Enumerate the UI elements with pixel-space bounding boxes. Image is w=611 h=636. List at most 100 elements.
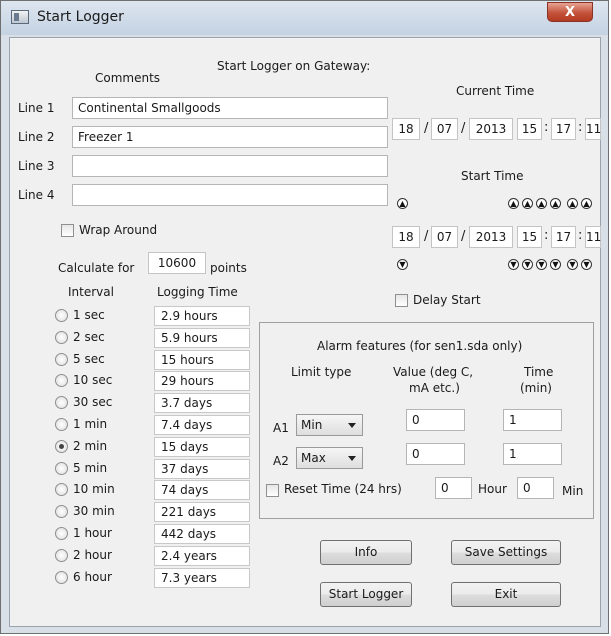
hour-down-arrow-icon[interactable]: ▼: [536, 259, 547, 270]
minute-down-arrow-icon[interactable]: ▼: [550, 259, 561, 270]
reset-hour-input[interactable]: 0: [435, 477, 472, 499]
alarm-a1-label: A1: [273, 421, 289, 435]
second-up-arrow-icon[interactable]: ▲: [567, 198, 578, 209]
save-settings-button[interactable]: Save Settings: [451, 540, 561, 565]
alarm-a1-value-input[interactable]: 0: [406, 409, 465, 431]
hour-up-arrow-icon[interactable]: ▲: [522, 198, 533, 209]
day-up-arrow-icon[interactable]: ▲: [397, 198, 408, 209]
date-separator: /: [461, 121, 466, 136]
gateway-label: Start Logger on Gateway:: [217, 59, 371, 73]
reset-hour-label: Hour: [478, 482, 507, 496]
current-year-field[interactable]: 2013: [469, 118, 513, 140]
interval-radio[interactable]: [55, 571, 68, 584]
interval-radio[interactable]: [55, 396, 68, 409]
alarm-a2-value-input[interactable]: 0: [406, 443, 465, 465]
current-time-label: Current Time: [456, 84, 535, 98]
second-down-arrow-icon[interactable]: ▼: [581, 259, 592, 270]
start-minute-field[interactable]: 17: [551, 226, 576, 248]
interval-label: 10 min: [73, 482, 115, 496]
delay-start-checkbox[interactable]: [395, 294, 408, 307]
interval-radio[interactable]: [55, 418, 68, 431]
comments-label: Comments: [95, 71, 161, 85]
interval-radio[interactable]: [55, 505, 68, 518]
logging-time-value: 7.4 days: [154, 415, 250, 435]
reset-time-checkbox[interactable]: [266, 484, 279, 497]
chevron-down-icon: [348, 456, 356, 461]
time-separator: :: [544, 228, 549, 243]
info-button[interactable]: Info: [320, 540, 412, 565]
minute-up-arrow-icon[interactable]: ▲: [550, 198, 561, 209]
current-day-field[interactable]: 18: [392, 118, 420, 140]
exit-button[interactable]: Exit: [451, 582, 561, 607]
interval-header: Interval: [68, 285, 114, 299]
interval-radio[interactable]: [55, 483, 68, 496]
start-hour-field[interactable]: 15: [517, 226, 542, 248]
start-logger-window: Start Logger X Start Logger on Gateway: …: [0, 0, 609, 634]
interval-label: 1 sec: [73, 308, 105, 322]
comment-line-2-input[interactable]: Freezer 1: [72, 126, 388, 148]
year-down-arrow-icon[interactable]: ▼: [508, 259, 519, 270]
comment-line-1-input[interactable]: Continental Smallgoods: [72, 97, 388, 119]
second-down-arrow-icon[interactable]: ▼: [567, 259, 578, 270]
interval-radio[interactable]: [55, 353, 68, 366]
reset-min-input[interactable]: 0: [517, 477, 554, 499]
second-up-arrow-icon[interactable]: ▲: [581, 198, 592, 209]
close-button[interactable]: X: [547, 2, 593, 22]
interval-label: 1 hour: [73, 526, 112, 540]
line-2-label: Line 2: [18, 130, 55, 144]
start-month-field[interactable]: 07: [431, 226, 458, 248]
logging-time-value: 37 days: [154, 459, 250, 479]
time-separator: :: [578, 120, 583, 135]
date-separator: /: [424, 121, 429, 136]
interval-label: 2 hour: [73, 548, 112, 562]
logging-time-value: 15 days: [154, 437, 250, 457]
current-month-field[interactable]: 07: [431, 118, 458, 140]
hour-up-arrow-icon[interactable]: ▲: [536, 198, 547, 209]
interval-label: 30 sec: [73, 395, 113, 409]
current-hour-field[interactable]: 15: [517, 118, 542, 140]
alarm-a2-type-select[interactable]: Max: [296, 447, 363, 469]
logging-time-value: 7.3 years: [154, 568, 250, 588]
alarm-a2-time-input[interactable]: 1: [503, 443, 562, 465]
interval-label: 2 min: [73, 439, 108, 453]
interval-radio[interactable]: [55, 374, 68, 387]
interval-radio[interactable]: [55, 527, 68, 540]
interval-radio[interactable]: [55, 440, 68, 453]
current-second-field[interactable]: 11: [585, 118, 601, 140]
title-bar[interactable]: Start Logger X: [1, 1, 608, 35]
time-header-line-1: Time: [524, 365, 554, 379]
start-year-field[interactable]: 2013: [469, 226, 513, 248]
start-logger-button[interactable]: Start Logger: [320, 582, 412, 607]
delay-start-label: Delay Start: [413, 293, 481, 307]
current-minute-field[interactable]: 17: [551, 118, 576, 140]
chevron-down-icon: [348, 423, 356, 428]
alarm-a1-type-select[interactable]: Min: [296, 414, 363, 436]
interval-radio[interactable]: [55, 462, 68, 475]
interval-radio[interactable]: [55, 309, 68, 322]
interval-radio[interactable]: [55, 549, 68, 562]
interval-radio[interactable]: [55, 331, 68, 344]
start-time-label: Start Time: [461, 169, 524, 183]
value-header-line-1: Value (deg C,: [393, 365, 474, 379]
time-header-line-2: (min): [520, 381, 552, 395]
logging-time-value: 3.7 days: [154, 393, 250, 413]
comment-line-4-input[interactable]: [72, 184, 388, 206]
logging-time-value: 442 days: [154, 524, 250, 544]
hour-down-arrow-icon[interactable]: ▼: [522, 259, 533, 270]
points-input[interactable]: 10600: [148, 252, 206, 274]
wrap-around-checkbox[interactable]: [61, 224, 74, 237]
logging-time-value: 15 hours: [154, 350, 250, 370]
interval-label: 5 min: [73, 461, 108, 475]
year-up-arrow-icon[interactable]: ▲: [508, 198, 519, 209]
alarm-a1-time-input[interactable]: 1: [503, 409, 562, 431]
time-separator: :: [578, 228, 583, 243]
start-day-field[interactable]: 18: [392, 226, 420, 248]
calculate-for-label: Calculate for: [58, 261, 135, 275]
start-second-field[interactable]: 11: [585, 226, 601, 248]
value-header-line-2: mA etc.): [409, 381, 460, 395]
date-separator: /: [424, 229, 429, 244]
comment-line-3-input[interactable]: [72, 155, 388, 177]
line-4-label: Line 4: [18, 188, 55, 202]
day-down-arrow-icon[interactable]: ▼: [397, 259, 408, 270]
logging-time-header: Logging Time: [157, 285, 238, 299]
